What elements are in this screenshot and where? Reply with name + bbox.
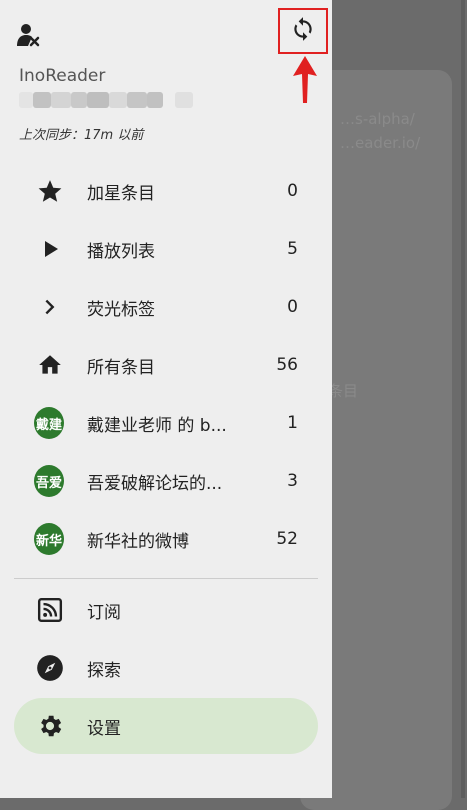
menu-item-playlist[interactable]: 播放列表 5 (14, 221, 318, 277)
menu-item-count: 56 (276, 355, 298, 375)
menu-item-explore[interactable]: 探索 (14, 640, 318, 696)
app-name: InoReader (19, 66, 106, 86)
menu-item-count: 52 (276, 529, 298, 549)
background-text: …s-alpha/ (340, 110, 415, 128)
chevron-right-icon (36, 293, 64, 321)
last-sync-text: 上次同步：17m 以前 (19, 128, 144, 143)
menu-item-label: 探索 (87, 660, 121, 681)
sync-button[interactable] (278, 8, 328, 54)
scrollbar[interactable] (461, 0, 465, 798)
feed-avatar: 戴建 (34, 407, 64, 439)
feed-avatar: 新华 (34, 523, 64, 555)
home-icon (36, 351, 64, 379)
menu-item-count: 5 (287, 239, 298, 259)
annotation-arrow-icon (292, 56, 318, 104)
menu-item-label: 戴建业老师 的 b... (87, 415, 227, 436)
navigation-drawer: InoReader 上次同步：17m 以前 加星条目 0 播放列表 5 荧光标签… (0, 0, 332, 798)
menu-item-feed[interactable]: 吾爱 吾爱破解论坛的... 3 (14, 453, 318, 509)
account-remove-icon[interactable] (16, 22, 42, 48)
compass-icon (36, 654, 64, 682)
menu-item-label: 吾爱破解论坛的... (87, 473, 223, 494)
menu-item-highlights[interactable]: 荧光标签 0 (14, 279, 318, 335)
menu-item-label: 订阅 (87, 602, 121, 623)
menu-item-label: 设置 (87, 718, 121, 739)
menu-item-label: 所有条目 (87, 357, 155, 378)
sync-icon (290, 16, 316, 46)
star-icon (36, 177, 64, 205)
menu-item-label: 荧光标签 (87, 299, 155, 320)
menu-item-count: 3 (287, 471, 298, 491)
background-text: 条目 (328, 382, 359, 400)
menu-item-label: 播放列表 (87, 241, 155, 262)
menu-item-feed[interactable]: 戴建 戴建业老师 的 b... 1 (14, 395, 318, 451)
menu-item-label: 新华社的微博 (87, 531, 189, 552)
menu-item-subscriptions[interactable]: 订阅 (14, 582, 318, 638)
menu-item-label: 加星条目 (87, 183, 155, 204)
menu-item-feed[interactable]: 新华 新华社的微博 52 (14, 511, 318, 567)
play-icon (36, 235, 64, 263)
menu-item-count: 1 (287, 413, 298, 433)
menu-item-all-items[interactable]: 所有条目 56 (14, 337, 318, 393)
account-email-redacted (19, 90, 193, 110)
settings-icon (36, 712, 64, 740)
menu-item-settings[interactable]: 设置 (14, 698, 318, 754)
feed-avatar: 吾爱 (34, 465, 64, 497)
menu-item-count: 0 (287, 181, 298, 201)
menu-item-starred[interactable]: 加星条目 0 (14, 163, 318, 219)
menu-item-count: 0 (287, 297, 298, 317)
background-text: …eader.io/ (340, 134, 421, 152)
divider (14, 578, 318, 579)
rss-icon (36, 596, 64, 624)
